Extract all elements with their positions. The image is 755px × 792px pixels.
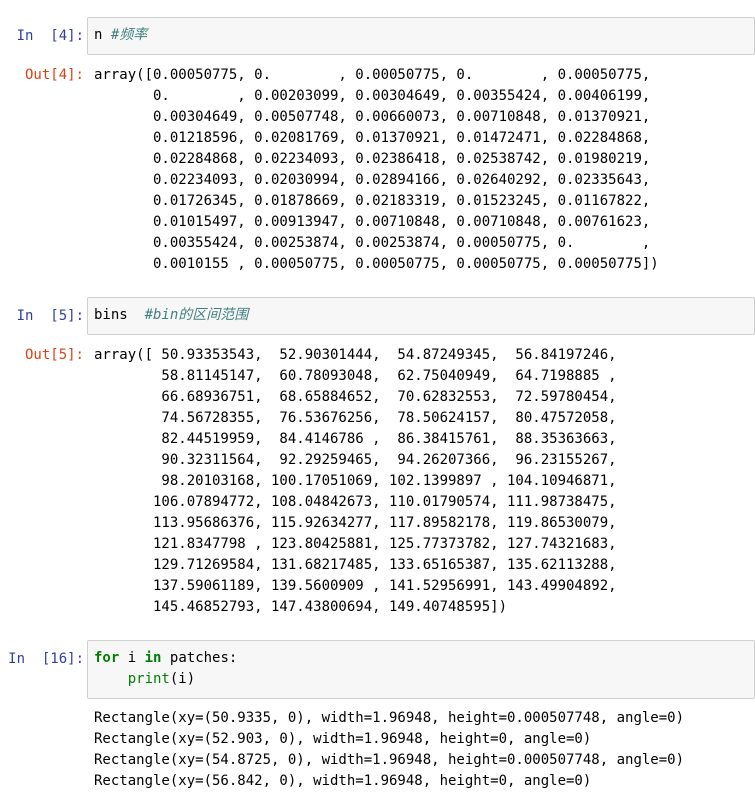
cell-output: array([ 50.93353543, 52.90301444, 54.872… [94, 345, 755, 618]
output-prompt: Out[4]: [24, 67, 84, 83]
code-comment: #bin的区间范围 [144, 307, 249, 323]
output-line: Rectangle(xy=(50.9335, 0), width=1.96948… [94, 710, 685, 726]
code-line: for i in patches: [94, 648, 748, 669]
code-comment: #频率 [110, 27, 148, 43]
output-line: 145.46852793, 147.43800694, 149.40748595… [94, 599, 508, 615]
call-args: (i) [169, 671, 196, 687]
input-prompt: In [4]: [16, 28, 84, 44]
output-line: 137.59061189, 139.5600909 , 141.52956991… [94, 578, 617, 594]
output-line: 0.02284868, 0.02234093, 0.02386418, 0.02… [94, 151, 651, 167]
output-prompt: Out[5]: [24, 347, 84, 363]
output-line: 58.81145147, 60.78093048, 62.75040949, 6… [94, 368, 617, 384]
code-variable: bins [94, 307, 128, 323]
output-line: Rectangle(xy=(54.8725, 0), width=1.96948… [94, 752, 685, 768]
output-line: 113.95686376, 115.92634277, 117.89582178… [94, 515, 617, 531]
output-line: 129.71269584, 131.68217485, 133.65165387… [94, 557, 617, 573]
output-line: Rectangle(xy=(52.903, 0), width=1.96948,… [94, 731, 592, 747]
code-variable: n [94, 27, 103, 43]
output-line: array([0.00050775, 0. , 0.00050775, 0. ,… [94, 67, 651, 83]
builtin-print: print [127, 671, 170, 687]
iterable: patches: [169, 650, 238, 666]
output-line: 74.56728355, 76.53676256, 78.50624157, 8… [94, 410, 617, 426]
output-line: 106.07894772, 108.04842673, 110.01790574… [94, 494, 617, 510]
output-line: 98.20103168, 100.17051069, 102.1399897 ,… [94, 473, 617, 489]
input-prompt: In [5]: [16, 308, 84, 324]
output-line: 82.44519959, 84.4146786 , 86.38415761, 8… [94, 431, 617, 447]
output-line: 0.01218596, 0.02081769, 0.01370921, 0.01… [94, 130, 651, 146]
keyword-in: in [144, 650, 162, 666]
keyword-for: for [94, 650, 120, 666]
code-cell-input[interactable]: bins #bin的区间范围 [87, 297, 755, 335]
input-prompt: In [16]: [8, 651, 84, 667]
output-line: 0.01726345, 0.01878669, 0.02183319, 0.01… [94, 193, 651, 209]
output-line: 0.00304649, 0.00507748, 0.00660073, 0.00… [94, 109, 651, 125]
cell-output: array([0.00050775, 0. , 0.00050775, 0. ,… [94, 65, 755, 275]
code-cell-input[interactable]: for i in patches: print(i) [87, 640, 755, 699]
output-line: 90.32311564, 92.29259465, 94.26207366, 9… [94, 452, 617, 468]
output-line: 121.8347798 , 123.80425881, 125.77373782… [94, 536, 617, 552]
output-line: 0. , 0.00203099, 0.00304649, 0.00355424,… [94, 88, 651, 104]
code-line: print(i) [94, 669, 748, 690]
output-line: 66.68936751, 68.65884652, 70.62832553, 7… [94, 389, 617, 405]
cell-output: Rectangle(xy=(50.9335, 0), width=1.96948… [94, 708, 755, 792]
loop-variable: i [127, 650, 137, 666]
output-line: 0.01015497, 0.00913947, 0.00710848, 0.00… [94, 214, 651, 230]
output-line: 0.02234093, 0.02030994, 0.02894166, 0.02… [94, 172, 651, 188]
output-line: 0.00355424, 0.00253874, 0.00253874, 0.00… [94, 235, 651, 251]
output-line: array([ 50.93353543, 52.90301444, 54.872… [94, 347, 617, 363]
code-cell-input[interactable]: n #频率 [87, 17, 755, 55]
output-line: Rectangle(xy=(56.842, 0), width=1.96948,… [94, 773, 592, 789]
output-line: 0.0010155 , 0.00050775, 0.00050775, 0.00… [94, 256, 659, 272]
